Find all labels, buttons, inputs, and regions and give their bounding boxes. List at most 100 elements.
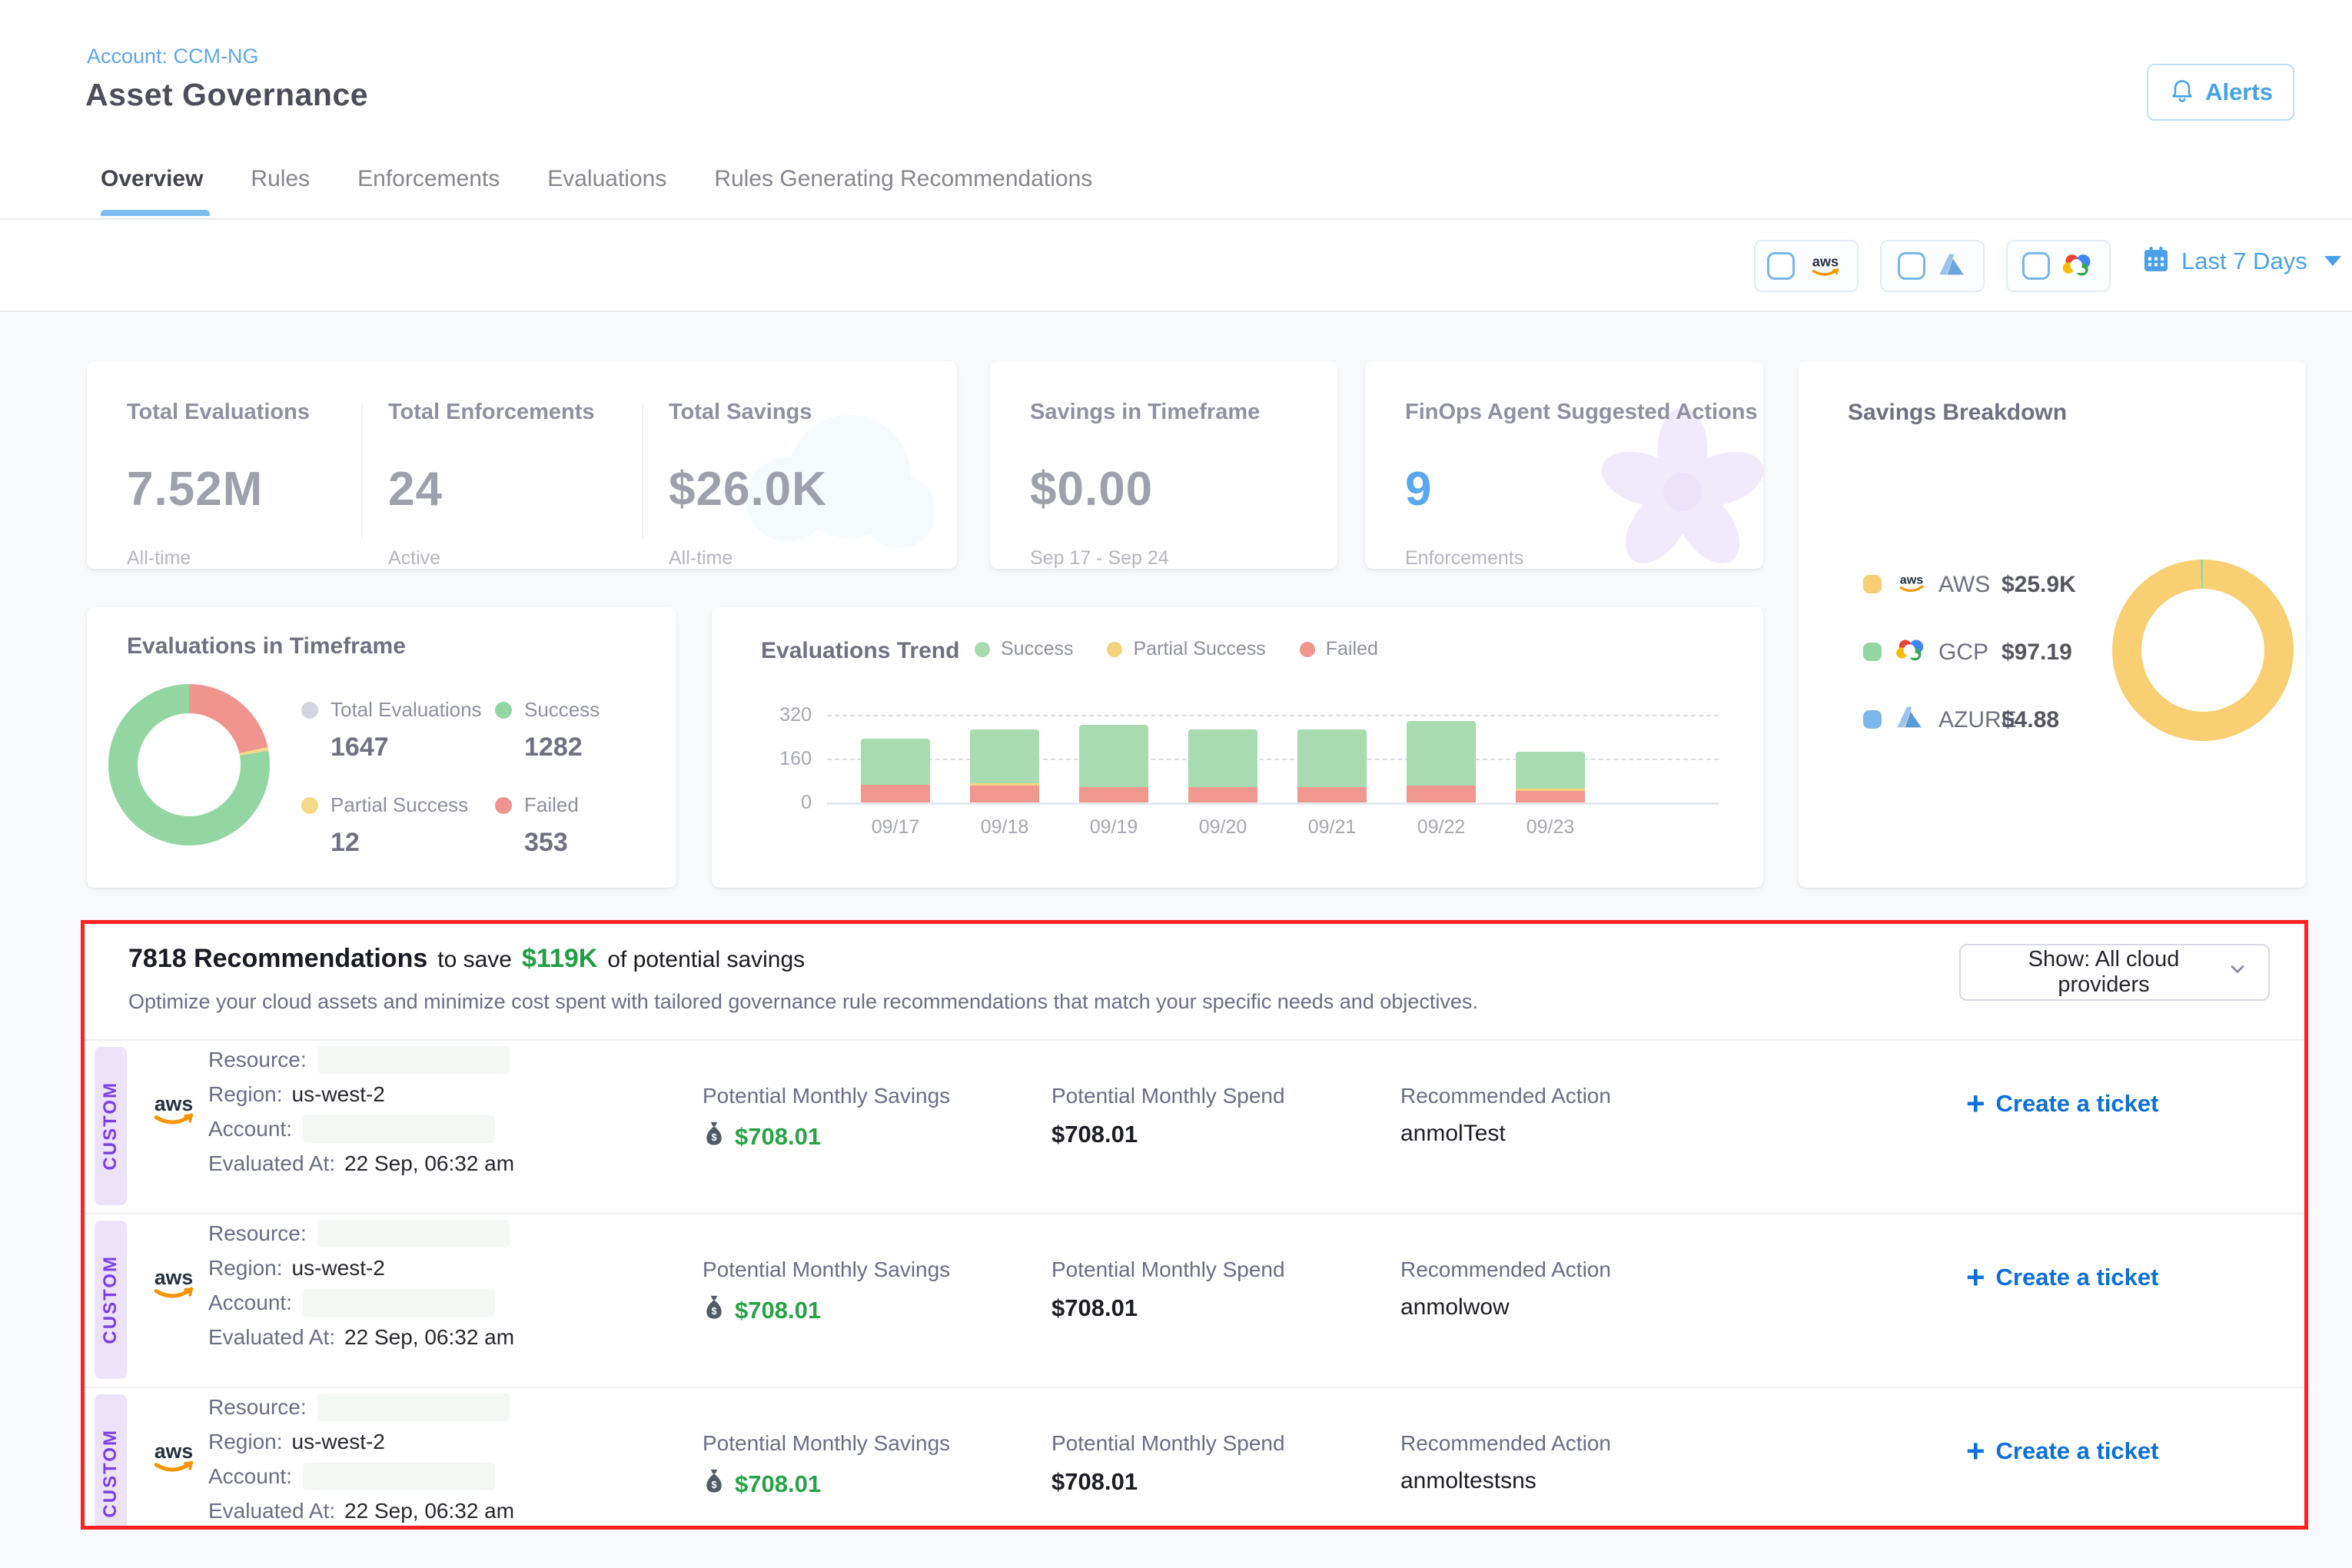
recommendation-rows: CUSTOM aws Resource: Region:us-west-2 Ac…	[85, 1039, 2304, 1530]
redacted-resource	[317, 1220, 510, 1247]
trend-bar-09/23	[1516, 752, 1585, 802]
x-tick: 09/23	[1516, 816, 1585, 839]
bar-segment-success	[1516, 752, 1585, 789]
alerts-button[interactable]: Alerts	[2147, 64, 2294, 121]
y-tick: 0	[766, 792, 812, 814]
evaluations-in-timeframe-title: Evaluations in Timeframe	[127, 633, 406, 659]
azure-icon	[1894, 704, 1925, 734]
finops-actions-value: 9	[1405, 462, 1758, 517]
resource-details: Resource: Region:us-west-2 Account: Eval…	[208, 1222, 514, 1360]
gcp-icon	[2061, 251, 2095, 282]
money-bag-icon: $	[703, 1294, 726, 1327]
trend-x-labels: 09/1709/1809/1909/2009/2109/2209/23	[861, 816, 1585, 839]
bar-segment-success	[1079, 725, 1148, 787]
azure-savings-value: $4.88	[2002, 707, 2059, 733]
tab-evaluations[interactable]: Evaluations	[547, 166, 666, 211]
bar-segment-success	[1297, 729, 1367, 787]
evaluations-trend-card: Evaluations Trend Success Partial Succes…	[712, 607, 1763, 888]
trend-bar-09/22	[1407, 721, 1476, 802]
total-evaluations-label: Total Evaluations	[127, 400, 310, 425]
aws-icon: aws	[1806, 250, 1845, 283]
create-ticket-button[interactable]: + Create a ticket	[1966, 1436, 2158, 1467]
evaluations-in-timeframe-card: Evaluations in Timeframe Total Evaluatio…	[87, 607, 676, 888]
donut-hole	[2141, 589, 2264, 712]
chevron-down-icon	[2227, 958, 2248, 986]
bell-icon	[2168, 75, 2196, 109]
total-savings-sub: All-time	[669, 547, 827, 569]
potential-monthly-spend: Potential Monthly Spend $708.01	[1051, 1431, 1285, 1496]
tab-rules[interactable]: Rules	[251, 166, 310, 211]
custom-tag: CUSTOM	[95, 1394, 127, 1530]
azure-checkbox[interactable]	[1898, 252, 1925, 280]
svg-text:$: $	[711, 1479, 716, 1490]
gcp-checkbox[interactable]	[2022, 252, 2050, 280]
cloud-provider-filter-dropdown[interactable]: Show: All cloud providers	[1959, 944, 2270, 1001]
bar-segment-failed	[1079, 787, 1148, 802]
create-ticket-button[interactable]: + Create a ticket	[1966, 1262, 2158, 1293]
total-evaluations-value: 7.52M	[127, 462, 310, 517]
bar-segment-success	[861, 739, 930, 785]
recommendation-row[interactable]: CUSTOM aws Resource: Region:us-west-2 Ac…	[85, 1387, 2304, 1530]
provider-filter-azure[interactable]	[1880, 240, 1985, 292]
active-tab-indicator	[101, 210, 210, 216]
savings-in-timeframe-card: Savings in Timeframe $0.00 Sep 17 - Sep …	[990, 361, 1337, 569]
legend-partial-success: Partial Success 12	[301, 793, 468, 858]
legend-dot	[301, 797, 318, 814]
trend-bar-09/17	[861, 739, 930, 802]
trend-bar-09/18	[970, 729, 1039, 802]
potential-monthly-spend: Potential Monthly Spend $708.01	[1051, 1257, 1285, 1322]
y-tick: 320	[766, 704, 812, 726]
legend-failed: Failed 353	[495, 793, 579, 858]
resource-details: Resource: Region:us-west-2 Account: Eval…	[208, 1048, 514, 1187]
evaluated-at-value: 22 Sep, 06:32 am	[344, 1499, 514, 1523]
potential-monthly-savings: Potential Monthly Savings $ $708.01	[703, 1431, 950, 1500]
x-tick: 09/21	[1297, 816, 1367, 839]
calendar-icon	[2141, 244, 2171, 277]
svg-text:aws: aws	[154, 1266, 193, 1289]
stats-card: Total Evaluations 7.52M All-time Total E…	[87, 361, 957, 569]
potential-monthly-spend: Potential Monthly Spend $708.01	[1051, 1084, 1285, 1148]
legend-total-evaluations: Total Evaluations 1647	[301, 698, 482, 762]
divider	[361, 404, 363, 538]
x-tick: 09/22	[1407, 816, 1476, 839]
tab-enforcements[interactable]: Enforcements	[357, 166, 500, 211]
donut-hole	[138, 713, 241, 816]
create-ticket-button[interactable]: + Create a ticket	[1966, 1088, 2158, 1119]
bar-segment-failed	[1188, 787, 1257, 802]
redacted-account	[303, 1463, 495, 1490]
bar-segment-success	[1407, 721, 1476, 786]
x-tick: 09/19	[1079, 816, 1148, 839]
legend-dot	[1300, 642, 1315, 657]
date-range-dropdown[interactable]: Last 7 Days	[2141, 244, 2341, 277]
recommendations-subtitle: Optimize your cloud assets and minimize …	[128, 990, 1478, 1014]
legend-dot	[1107, 642, 1122, 657]
evaluated-at-value: 22 Sep, 06:32 am	[344, 1151, 514, 1176]
breadcrumb-account[interactable]: Account: CCM-NG	[87, 45, 259, 68]
recommendation-row[interactable]: CUSTOM aws Resource: Region:us-west-2 Ac…	[85, 1039, 2304, 1213]
region-value: us-west-2	[292, 1256, 385, 1281]
provider-filter-gcp[interactable]	[2006, 240, 2111, 292]
bar-segment-success	[970, 729, 1039, 783]
savings-breakdown-title: Savings Breakdown	[1848, 400, 2067, 426]
recommendation-row[interactable]: CUSTOM aws Resource: Region:us-west-2 Ac…	[85, 1213, 2304, 1387]
svg-text:aws: aws	[154, 1440, 193, 1463]
x-tick: 09/17	[861, 816, 930, 839]
alerts-label: Alerts	[2205, 78, 2273, 106]
total-evaluations-sub: All-time	[127, 547, 310, 569]
provider-filter-aws[interactable]: aws	[1754, 240, 1859, 292]
tab-rules-generating-recommendations[interactable]: Rules Generating Recommendations	[714, 166, 1092, 211]
total-enforcements-label: Total Enforcements	[388, 400, 595, 425]
bar-segment-failed	[1516, 791, 1585, 802]
aws-checkbox[interactable]	[1767, 252, 1795, 280]
azure-swatch	[1863, 710, 1882, 729]
y-tick: 160	[766, 748, 812, 770]
plus-icon: +	[1966, 1262, 1985, 1293]
legend-dot	[301, 702, 318, 719]
redacted-account	[303, 1115, 495, 1143]
caret-down-icon	[2324, 256, 2341, 266]
redacted-resource	[317, 1394, 510, 1421]
svg-text:$: $	[711, 1131, 716, 1143]
page-title: Asset Governance	[85, 77, 368, 113]
legend-dot	[495, 797, 512, 814]
tab-overview[interactable]: Overview	[101, 166, 203, 211]
